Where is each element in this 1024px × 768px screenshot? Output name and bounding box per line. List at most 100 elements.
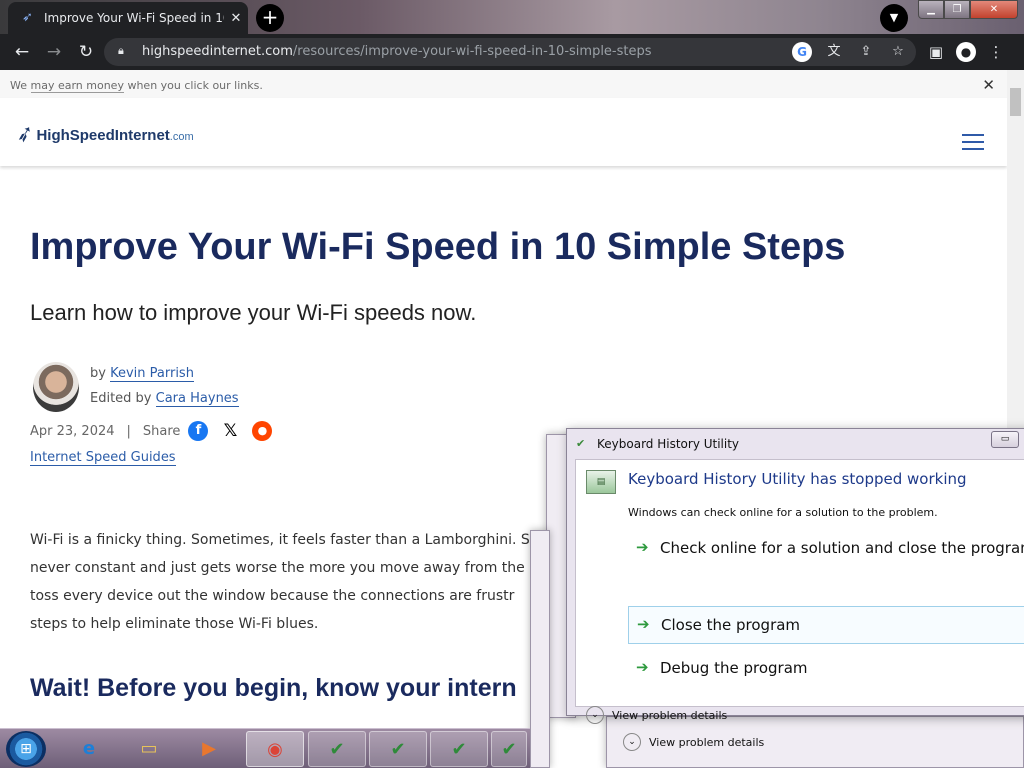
article-title: Improve Your Wi-Fi Speed in 10 Simple St… [30, 226, 846, 268]
share-label: Share [142, 423, 181, 439]
editor-byline: Edited by Cara Haynes [90, 391, 239, 407]
option-label[interactable]: Check online for a solution and close th… [660, 539, 1024, 557]
chrome-icon[interactable]: ◉ [246, 731, 304, 767]
program-icon: ▤ [586, 470, 616, 494]
by-prefix: by [90, 366, 111, 381]
logo-bird-icon: ➶ [12, 120, 38, 149]
publish-date: Apr 23, 2024 [30, 423, 115, 439]
url-text[interactable]: highspeedinternet.com/resources/improve-… [142, 44, 652, 59]
editor-link[interactable]: Cara Haynes [155, 391, 239, 407]
minimize-button[interactable]: ▁ [918, 0, 944, 19]
intro-line: steps to help eliminate those Wi-Fi blue… [30, 616, 319, 632]
profile-icon[interactable]: ● [956, 42, 976, 62]
close-icon[interactable]: ✕ [982, 76, 995, 94]
disclosure-suffix: when you click our links. [123, 79, 263, 92]
maximize-button[interactable]: ❐ [944, 0, 970, 19]
maximize-button[interactable]: ▭ [991, 431, 1019, 448]
share-icon[interactable]: ⇪ [856, 42, 876, 62]
dialog-subtext: Windows can check online for a solution … [628, 506, 938, 519]
dialog-heading: Keyboard History Utility has stopped wor… [628, 470, 967, 488]
keyboard-utility-task[interactable]: ✔ [430, 731, 488, 767]
toolbar-right: ▣ ● ⋮ [924, 38, 1008, 66]
article-meta: Apr 23, 2024 | Share f 𝕏 ● [30, 421, 273, 441]
facebook-icon[interactable]: f [188, 421, 209, 441]
view-details-label[interactable]: View problem details [612, 709, 727, 722]
option-label[interactable]: Debug the program [660, 659, 808, 677]
debug-program-option[interactable]: ➔ Debug the program [628, 650, 1024, 688]
kebab-menu-icon[interactable]: ⋮ [984, 38, 1008, 66]
translate-icon[interactable]: 文 [824, 42, 844, 62]
author-avatar [33, 362, 79, 412]
star-icon[interactable]: ☆ [888, 42, 908, 62]
error-dialog: ✔ Keyboard History Utility ▭ ▤ Keyboard … [566, 428, 1024, 724]
site-header: ➶ HighSpeedInternet.com [0, 98, 1007, 166]
side-panel-icon[interactable]: ▣ [924, 38, 948, 66]
chevron-down-icon[interactable]: ⌄ [586, 706, 604, 724]
dialog-titlebar[interactable]: ✔ Keyboard History Utility ▭ [567, 429, 1024, 457]
browser-tab-bar: ➶ Improve Your Wi-Fi Speed in 10 S ✕ + ▼… [0, 0, 1024, 34]
logo-name: HighSpeedInternet [36, 126, 170, 144]
category-link[interactable]: Internet Speed Guides [30, 450, 176, 466]
close-window-button[interactable]: ✕ [970, 0, 1018, 19]
green-arrow-icon: ➔ [636, 538, 649, 556]
green-arrow-icon: ➔ [637, 615, 650, 633]
file-explorer-icon[interactable]: ▭ [120, 731, 178, 767]
reload-icon[interactable]: ↻ [72, 38, 100, 66]
internet-explorer-icon[interactable]: e [60, 731, 118, 767]
check-online-option[interactable]: ➔ Check online for a solution and close … [628, 530, 1024, 568]
tab-search-button[interactable]: ▼ [880, 4, 908, 32]
view-details-toggle[interactable]: ⌄ View problem details [623, 733, 764, 751]
browser-toolbar: ← → ↻ 🔒︎ highspeedinternet.com/resources… [0, 34, 1024, 70]
disclosure-link[interactable]: may earn money [30, 79, 124, 93]
taskbar: ⊞ e ▭ ▶ ◉ ✔ ✔ ✔ ✔ [0, 728, 530, 768]
option-label[interactable]: Close the program [661, 616, 800, 634]
x-twitter-icon[interactable]: 𝕏 [220, 421, 241, 441]
media-player-icon[interactable]: ▶ [180, 731, 238, 767]
window-controls: ▁ ❐ ✕ [918, 0, 1018, 20]
new-tab-button[interactable]: + [256, 4, 284, 32]
disclosure-prefix: We [10, 79, 31, 92]
intro-line: Wi-Fi is a finicky thing. Sometimes, it … [30, 532, 530, 548]
dialog-body: ▤ Keyboard History Utility has stopped w… [575, 459, 1024, 724]
site-favicon-icon: ➶ [22, 10, 33, 25]
site-logo[interactable]: ➶ HighSpeedInternet.com [12, 120, 194, 149]
intro-line: never constant and just gets worse the m… [30, 560, 525, 576]
tab-close-icon[interactable]: ✕ [224, 11, 248, 26]
keyboard-utility-task[interactable]: ✔ [369, 731, 427, 767]
background-error-window[interactable] [530, 530, 550, 768]
lock-icon[interactable]: 🔒︎ [118, 44, 130, 58]
reddit-icon[interactable]: ● [252, 421, 273, 441]
hamburger-menu-icon[interactable] [962, 134, 984, 155]
intro-line: toss every device out the window because… [30, 588, 515, 604]
keyboard-utility-task[interactable]: ✔ [308, 731, 366, 767]
green-arrow-icon: ➔ [636, 658, 649, 676]
edited-prefix: Edited by [90, 391, 156, 406]
forward-icon[interactable]: → [40, 38, 68, 66]
meta-separator: | [126, 423, 131, 439]
view-details-toggle[interactable]: ⌄ View problem details [586, 706, 727, 724]
keyboard-utility-task[interactable]: ✔ [491, 731, 527, 767]
view-details-label[interactable]: View problem details [649, 736, 764, 749]
scroll-thumb[interactable] [1010, 88, 1021, 116]
app-title-icon: ✔ [576, 437, 586, 450]
article-subtitle: Learn how to improve your Wi-Fi speeds n… [30, 300, 477, 325]
author-link[interactable]: Kevin Parrish [110, 366, 194, 382]
chevron-down-icon[interactable]: ⌄ [623, 733, 641, 751]
affiliate-disclosure: We may earn money when you click our lin… [0, 70, 1007, 98]
google-icon[interactable]: G [792, 42, 812, 62]
section-heading: Wait! Before you begin, know your intern [30, 674, 517, 702]
back-icon[interactable]: ← [8, 38, 36, 66]
url-host: highspeedinternet.com [142, 44, 293, 59]
article-intro: Wi-Fi is a finicky thing. Sometimes, it … [30, 526, 530, 638]
address-bar[interactable]: 🔒︎ highspeedinternet.com/resources/impro… [104, 38, 916, 66]
omnibox-actions: G 文 ⇪ ☆ [792, 42, 908, 62]
start-button[interactable]: ⊞ [6, 731, 46, 767]
category-link-text[interactable]: Internet Speed Guides [30, 450, 176, 466]
logo-text: HighSpeedInternet.com [36, 127, 193, 144]
tab-title: Improve Your Wi-Fi Speed in 10 S [44, 11, 224, 25]
close-program-option[interactable]: ➔ Close the program [628, 606, 1024, 644]
browser-tab[interactable]: ➶ Improve Your Wi-Fi Speed in 10 S ✕ [8, 2, 248, 34]
logo-suffix: .com [169, 130, 194, 143]
url-path: /resources/improve-your-wi-fi-speed-in-1… [292, 44, 652, 59]
author-byline: by Kevin Parrish [90, 366, 194, 382]
